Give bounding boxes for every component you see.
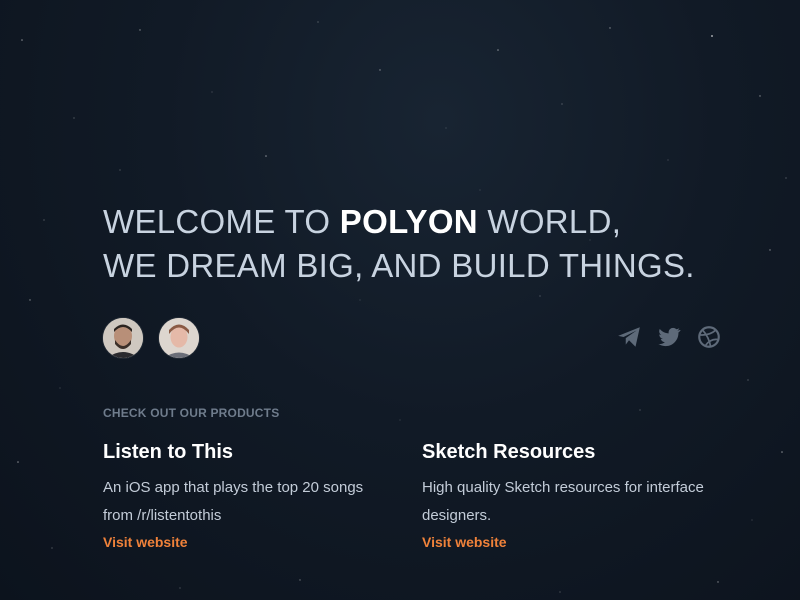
twitter-icon[interactable] <box>656 324 682 350</box>
product-card-sketch-resources: Sketch Resources High quality Sketch res… <box>422 438 712 552</box>
hero-line-1: WELCOME TO POLYON WORLD, <box>103 200 743 244</box>
visit-website-link[interactable]: Visit website <box>103 534 188 550</box>
product-title: Sketch Resources <box>422 441 596 463</box>
avatar[interactable] <box>159 318 199 358</box>
product-description: An iOS app that plays the top 20 songs f… <box>103 479 364 524</box>
paper-plane-icon[interactable] <box>616 324 642 350</box>
visit-website-link[interactable]: Visit website <box>422 534 507 550</box>
products-section-label: CHECK OUT OUR PRODUCTS <box>103 406 280 420</box>
hero-prefix: WELCOME TO <box>103 203 340 240</box>
team-member-1-photo <box>103 318 143 358</box>
team-avatars <box>103 318 199 358</box>
product-card-listen-to-this: Listen to This An iOS app that plays the… <box>103 438 393 552</box>
social-links <box>616 324 722 350</box>
product-title: Listen to This <box>103 441 233 463</box>
team-member-2-photo <box>159 318 199 358</box>
hero-suffix: WORLD, <box>477 203 622 240</box>
hero-headline: WELCOME TO POLYON WORLD, WE DREAM BIG, A… <box>103 200 743 288</box>
dribbble-icon[interactable] <box>696 324 722 350</box>
product-description: High quality Sketch resources for interf… <box>422 479 704 524</box>
brand-name: POLYON <box>339 203 478 240</box>
avatar[interactable] <box>103 318 143 358</box>
hero-line-2: WE DREAM BIG, AND BUILD THINGS. <box>103 247 695 284</box>
